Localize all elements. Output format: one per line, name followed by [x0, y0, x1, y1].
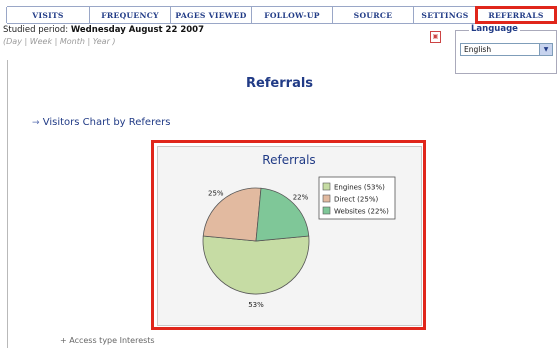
tab-referrals[interactable]: Referrals — [475, 6, 557, 24]
legend-swatch-websites — [322, 206, 331, 215]
pie-chart: Referrals 53% 25% 22% Engines (53%) Direct … — [202, 153, 396, 309]
chevron-down-icon[interactable]: ▼ — [539, 44, 552, 55]
chart-panel: Referrals 53% 25% 22% Engines (53%) Direct … — [157, 146, 422, 326]
nav-tabs: Visits Frequency Pages Viewed Follow-up … — [6, 6, 557, 24]
arrow-right-icon: → — [32, 118, 40, 128]
visitors-chart-link[interactable]: → Visitors Chart by Referers — [32, 117, 170, 128]
studied-period: Studied period: Wednesday August 22 2007 — [3, 25, 204, 35]
slice-label-websites: 22% — [293, 194, 309, 202]
tab-follow-up[interactable]: Follow-up — [251, 7, 333, 23]
access-type-interests-link[interactable]: + Access type Interests — [60, 336, 155, 345]
language-selected: English — [464, 45, 492, 54]
tab-source[interactable]: Source — [332, 7, 414, 23]
legend-swatch-engines — [322, 182, 331, 191]
period-day-link[interactable]: Day — [6, 37, 22, 46]
period-week-link[interactable]: Week — [30, 37, 52, 46]
page-title: Referrals — [245, 76, 314, 91]
slice-label-engines: 53% — [248, 301, 264, 309]
chart-title: Referrals — [262, 153, 315, 167]
language-title: Language — [469, 24, 520, 34]
slice-label-direct: 25% — [208, 190, 224, 198]
legend-label-engines: Engines (53%) — [334, 184, 385, 192]
pie-slice-engines — [202, 235, 310, 295]
period-selector: (Day | Week | Month | Year ) — [3, 37, 116, 46]
legend-swatch-direct — [322, 194, 331, 203]
tab-frequency[interactable]: Frequency — [89, 7, 171, 23]
language-select[interactable]: English ▼ — [460, 43, 553, 56]
period-year-link[interactable]: Year — [93, 37, 110, 46]
period-month-link[interactable]: Month — [60, 37, 85, 46]
left-divider — [7, 60, 8, 348]
tab-pages-viewed[interactable]: Pages Viewed — [170, 7, 252, 23]
tab-visits[interactable]: Visits — [6, 7, 90, 23]
section-link-label: Visitors Chart by Referers — [42, 117, 171, 128]
legend-label-websites: Websites (22%) — [334, 208, 389, 216]
chart-highlight-frame: Referrals 53% 25% 22% Engines (53%) Direct … — [151, 140, 426, 330]
period-prefix: Studied period: — [3, 25, 71, 35]
legend-label-direct: Direct (25%) — [334, 196, 378, 204]
pdf-icon[interactable]: ▣ — [430, 31, 441, 43]
language-box: Language English ▼ — [455, 24, 557, 74]
period-value: Wednesday August 22 2007 — [70, 25, 204, 35]
tab-settings[interactable]: Settings — [413, 7, 477, 23]
